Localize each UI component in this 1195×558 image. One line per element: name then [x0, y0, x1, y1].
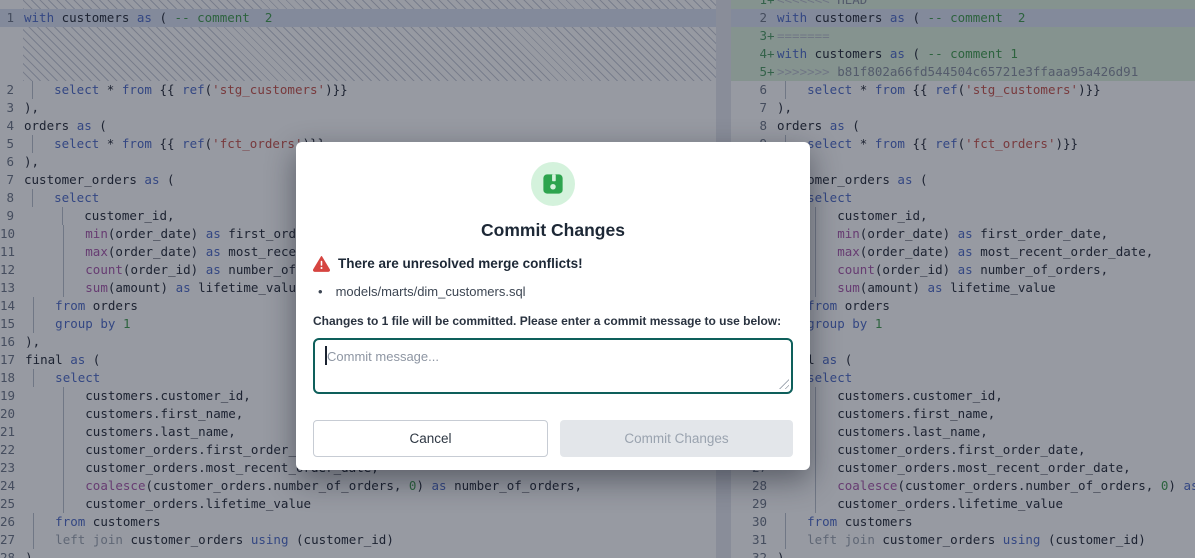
commit-changes-modal: Commit Changes There are unresolved merg…	[296, 142, 810, 470]
commit-caption: Changes to 1 file will be committed. Ple…	[313, 314, 793, 329]
conflicted-file-path: models/marts/dim_customers.sql	[336, 284, 526, 299]
modal-title: Commit Changes	[313, 220, 793, 241]
warning-triangle-icon	[313, 255, 330, 272]
commit-changes-button[interactable]: Commit Changes	[560, 420, 793, 457]
bullet-icon: •	[318, 284, 323, 299]
save-icon-circle	[531, 162, 575, 206]
commit-message-input[interactable]	[313, 338, 793, 394]
save-icon	[542, 173, 564, 195]
cancel-button[interactable]: Cancel	[313, 420, 548, 457]
text-caret	[325, 346, 327, 365]
merge-conflict-warning-text: There are unresolved merge conflicts!	[338, 256, 583, 271]
conflicted-file-item: • models/marts/dim_customers.sql	[313, 283, 793, 299]
